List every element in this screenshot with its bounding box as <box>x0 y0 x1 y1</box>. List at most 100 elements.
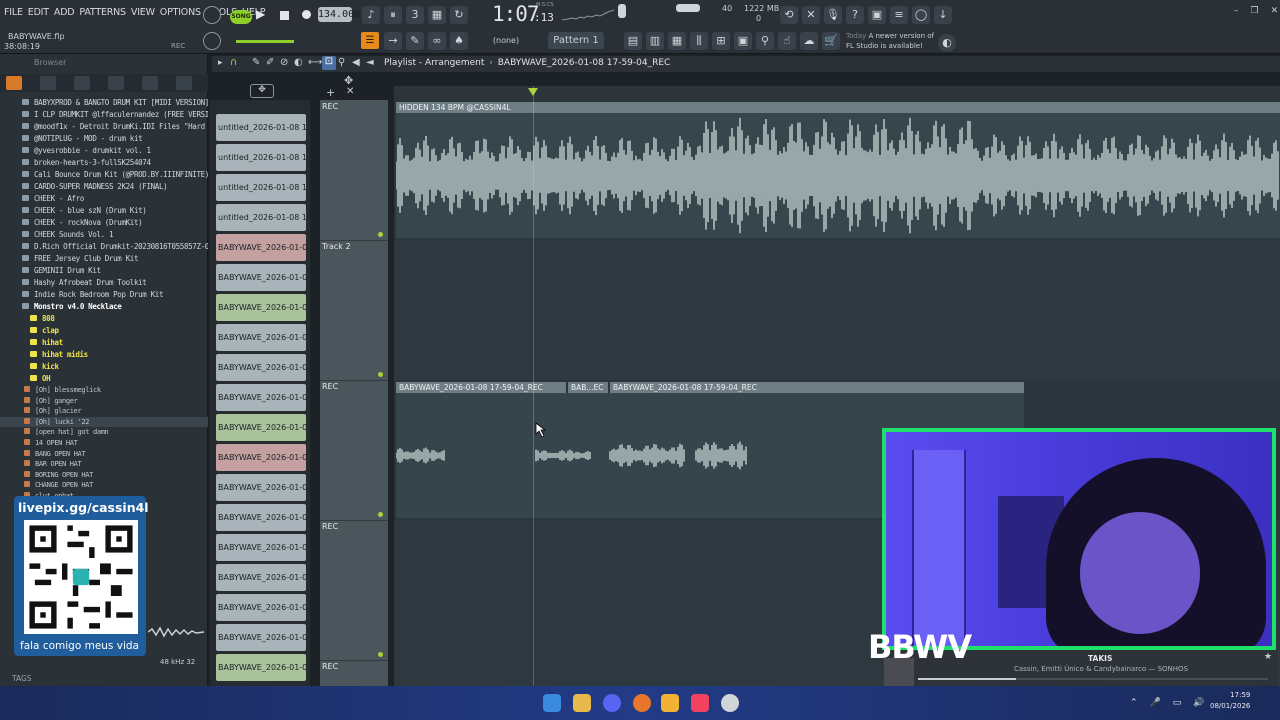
browser-folder[interactable]: CHEEK - blue szN (Drum Kit) <box>0 205 208 217</box>
fl-cloud-icon[interactable]: ◐ <box>938 34 956 52</box>
save-icon[interactable]: ▣ <box>868 6 886 24</box>
play-button[interactable]: ▶ <box>256 7 265 21</box>
menu-patterns[interactable]: PATTERNS <box>79 7 126 18</box>
channel-clip[interactable]: BABYWAVE_2026-01-08 1 <box>216 474 306 501</box>
browser-tab-all-icon[interactable] <box>6 76 22 90</box>
browser-file-selected[interactable]: [Oh] lucki '22 <box>0 416 208 428</box>
tray-chevron-icon[interactable]: ⌃ <box>1130 698 1138 708</box>
link-icon[interactable]: ∞ <box>428 32 446 50</box>
browser-tab-project-icon[interactable] <box>40 76 56 90</box>
menu-add[interactable]: ADD <box>54 7 75 18</box>
microphone-icon[interactable]: 🎙 <box>824 6 842 24</box>
channel-clip[interactable]: BABYWAVE_2026-01-08 1 <box>216 564 306 591</box>
arrow-icon[interactable]: → <box>384 32 402 50</box>
browser-file[interactable]: BANG OPEN HAT <box>0 449 208 460</box>
channel-picker-icon[interactable]: ✥ <box>250 84 274 98</box>
zoom-tool-icon[interactable]: ⚲ <box>338 57 345 68</box>
browser-subfolder[interactable]: 808 <box>0 313 208 325</box>
browser-file[interactable]: CHANGE OPEN HAT <box>0 480 208 491</box>
brush-icon[interactable]: ✎ <box>406 32 424 50</box>
download-icon[interactable]: ↓ <box>934 6 952 24</box>
master-volume-slider[interactable] <box>236 40 294 43</box>
magnet-icon[interactable]: ∩ <box>230 57 237 68</box>
browser-folder[interactable]: D.Rich Official Drumkit-20230816T055857Z… <box>0 241 208 253</box>
firefox-icon[interactable] <box>633 694 651 712</box>
plugin-icon[interactable]: ⊞ <box>712 32 730 50</box>
track-3-name[interactable]: REC <box>322 382 338 391</box>
close-icon[interactable]: ✕ <box>1271 6 1279 16</box>
stop-button[interactable] <box>280 11 289 20</box>
menu-edit[interactable]: EDIT <box>28 7 49 18</box>
network-icon[interactable]: ▭ <box>1173 698 1182 708</box>
browser-tab-samples-icon[interactable] <box>108 76 124 90</box>
snap-icon[interactable]: ☰ <box>361 32 379 49</box>
track-2-mute-led[interactable] <box>378 372 383 377</box>
browser-folder[interactable]: I CLP DRUMKIT @lffaculernandez (FREE VER… <box>0 109 208 121</box>
timeline-ruler[interactable] <box>394 86 1280 100</box>
pattern-selector[interactable]: Pattern 1 <box>548 32 604 49</box>
arp-selector[interactable]: (none) <box>478 32 534 49</box>
browser-folder[interactable]: broken-hearts-3-fullSK254074 <box>0 157 208 169</box>
cut-icon[interactable]: ✕ <box>802 6 820 24</box>
browser-folder[interactable]: @yvesrobbie - drumkit vol. 1 <box>0 145 208 157</box>
browser-file[interactable]: [Oh] glacier <box>0 406 208 417</box>
mixer-view-icon[interactable]: ⫼ <box>690 32 708 50</box>
browser-folder[interactable]: CHEEK - Afro <box>0 193 208 205</box>
channel-rack-icon[interactable]: ▦ <box>668 32 686 50</box>
plug-icon[interactable]: ⚲ <box>756 32 774 50</box>
browser-tab-cloud-icon[interactable] <box>142 76 158 90</box>
add-track-icon[interactable]: + <box>326 86 335 99</box>
piano-roll-icon[interactable]: ▥ <box>646 32 664 50</box>
browser-subfolder[interactable]: hihat <box>0 337 208 349</box>
track-lane[interactable] <box>394 240 1280 380</box>
metronome-icon[interactable]: ♪ <box>362 6 380 24</box>
channel-clip[interactable]: BABYWAVE_2026-01-08 1 <box>216 594 306 621</box>
channel-clip[interactable]: BABYWAVE_2026-01-08 1 <box>216 234 306 261</box>
browser-folder[interactable]: Indie Rock Bedroom Pop Drum Kit <box>0 289 208 301</box>
select-tool-icon[interactable]: ⊡ <box>322 56 336 70</box>
browser-file[interactable]: [Oh] ganger <box>0 396 208 407</box>
music-app-icon[interactable] <box>691 694 709 712</box>
track-4-mute-led[interactable] <box>378 652 383 657</box>
browser-folder[interactable]: BABYXPROD & BANGTO DRUM KIT [MIDI VERSIO… <box>0 97 208 109</box>
audio-clip-header[interactable]: BABYWAVE_2026-01-08 17-59-04_REC <box>396 382 566 393</box>
audio-clip-header[interactable]: BABYWAVE_2026-01-08 17-59-04_REC <box>610 382 1024 393</box>
favorite-icon[interactable]: ★ <box>1264 652 1272 662</box>
playlist-menu-icon[interactable]: ▸ <box>218 58 223 68</box>
browser-file[interactable]: BAR OPEN HAT <box>0 459 208 470</box>
channel-clip[interactable]: untitled_2026-01-08 16- <box>216 174 306 201</box>
start-icon[interactable] <box>543 694 561 712</box>
countdown-icon[interactable]: 3 <box>406 6 424 24</box>
browser-tab-plugins-icon[interactable] <box>74 76 90 90</box>
volume-icon[interactable]: 🔊 <box>1193 698 1204 708</box>
channel-clip[interactable]: BABYWAVE_2026-01-08 1 <box>216 294 306 321</box>
track-1-name[interactable]: REC <box>322 102 338 111</box>
cloud-icon[interactable]: ☁ <box>800 32 818 50</box>
playback-tool-icon[interactable]: ◀ <box>352 57 360 68</box>
browser-subfolder[interactable]: clap <box>0 325 208 337</box>
system-clock[interactable]: 17:59 08/01/2026 <box>1210 690 1250 712</box>
minimize-icon[interactable]: – <box>1234 6 1239 16</box>
wait-input-icon[interactable]: ⏸ <box>384 6 402 24</box>
chat-icon[interactable]: ◯ <box>912 6 930 24</box>
speaker-icon[interactable]: ◄ <box>366 57 374 68</box>
song-mode-toggle[interactable]: SONG <box>230 10 252 24</box>
browser-subfolder[interactable]: kick <box>0 361 208 373</box>
channel-clip[interactable]: BABYWAVE_2026-01-08 1 <box>216 444 306 471</box>
update-notice[interactable]: Today A newer version of FL Studio is av… <box>846 31 934 51</box>
slip-tool-icon[interactable]: ⟷ <box>308 57 322 68</box>
channel-clip[interactable]: BABYWAVE_2026-01-08 1 <box>216 354 306 381</box>
browser-folder-open[interactable]: Monstro v4.0 Necklace <box>0 301 208 313</box>
fl-studio-icon[interactable] <box>661 694 679 712</box>
paint-tool-icon[interactable]: ✐ <box>266 57 274 68</box>
loop-record-icon[interactable]: ↻ <box>450 6 468 24</box>
close-track-icon[interactable]: ✕ <box>346 86 354 97</box>
channel-clip[interactable]: BABYWAVE_2026-01-08 1 <box>216 264 306 291</box>
browser-file[interactable]: [open hat] got damn <box>0 427 208 438</box>
browser-tab-favorites-icon[interactable] <box>176 76 192 90</box>
browser-subfolder[interactable]: hihat midis <box>0 349 208 361</box>
audio-clip-header[interactable]: BAB...EC <box>568 382 608 393</box>
channel-clip[interactable]: BABYWAVE_2026-01-08 1 <box>216 504 306 531</box>
track-3-mute-led[interactable] <box>378 512 383 517</box>
tempo-display[interactable]: 134.000 <box>318 7 360 22</box>
